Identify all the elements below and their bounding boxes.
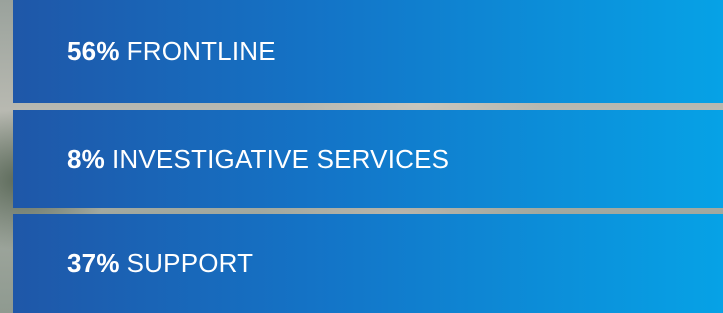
stats-panel: 56% FRONTLINE 8% INVESTIGATIVE SERVICES …	[13, 0, 723, 313]
stat-bar-support: 37% SUPPORT	[13, 214, 723, 313]
stat-label: FRONTLINE	[126, 36, 276, 66]
stat-percent: 37%	[67, 248, 120, 278]
stat-bar-frontline: 56% FRONTLINE	[13, 0, 723, 103]
stat-label: SUPPORT	[126, 248, 254, 278]
stat-percent: 8%	[67, 143, 105, 174]
stat-percent: 56%	[67, 36, 120, 66]
stat-bar-investigative-services: 8% INVESTIGATIVE SERVICES	[13, 110, 723, 208]
stat-label: INVESTIGATIVE SERVICES	[111, 143, 450, 174]
